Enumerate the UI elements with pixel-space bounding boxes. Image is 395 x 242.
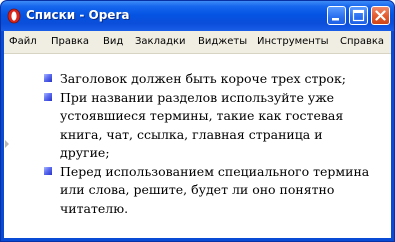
maximize-icon	[352, 9, 365, 22]
minimize-icon	[332, 18, 339, 21]
browser-window: Списки - Opera Файл Правка Вид Закладки …	[0, 0, 395, 242]
square-bullet-icon	[44, 92, 52, 101]
menu-view[interactable]: Вид	[103, 36, 123, 47]
page-content: Заголовок должен быть короче трех строк;…	[4, 54, 391, 238]
opera-icon[interactable]	[7, 8, 21, 24]
title-bar[interactable]: Списки - Opera	[1, 1, 394, 31]
list-item-text: Заголовок должен быть короче трех строк;	[60, 71, 346, 86]
menu-bar: Файл Правка Вид Закладки Виджеты Инструм…	[4, 31, 391, 54]
close-icon	[375, 10, 386, 21]
list-item: При названии разделов используйте уже ус…	[44, 89, 374, 163]
bulleted-list: Заголовок должен быть короче трех строк;…	[44, 70, 374, 218]
menu-widgets[interactable]: Виджеты	[198, 36, 247, 47]
menu-bookmarks[interactable]: Закладки	[135, 36, 186, 47]
menu-file[interactable]: Файл	[9, 36, 37, 47]
panel-toggle-arrow-icon[interactable]	[5, 140, 9, 148]
minimize-button[interactable]	[327, 6, 346, 25]
menu-help[interactable]: Справка	[340, 36, 384, 47]
square-bullet-icon	[44, 74, 52, 82]
list-item-text: При названии разделов используйте уже ус…	[60, 89, 344, 161]
menu-edit[interactable]: Правка	[51, 36, 89, 47]
list-item-text: Перед использованием специального термин…	[60, 163, 370, 216]
list-item: Заголовок должен быть короче трех строк;	[44, 70, 374, 89]
maximize-button[interactable]	[349, 6, 368, 25]
window-title: Списки - Opera	[26, 8, 130, 22]
square-bullet-icon	[44, 166, 52, 175]
close-button[interactable]	[371, 6, 390, 25]
menu-tools[interactable]: Инструменты	[257, 36, 329, 47]
list-item: Перед использованием специального термин…	[44, 163, 374, 219]
